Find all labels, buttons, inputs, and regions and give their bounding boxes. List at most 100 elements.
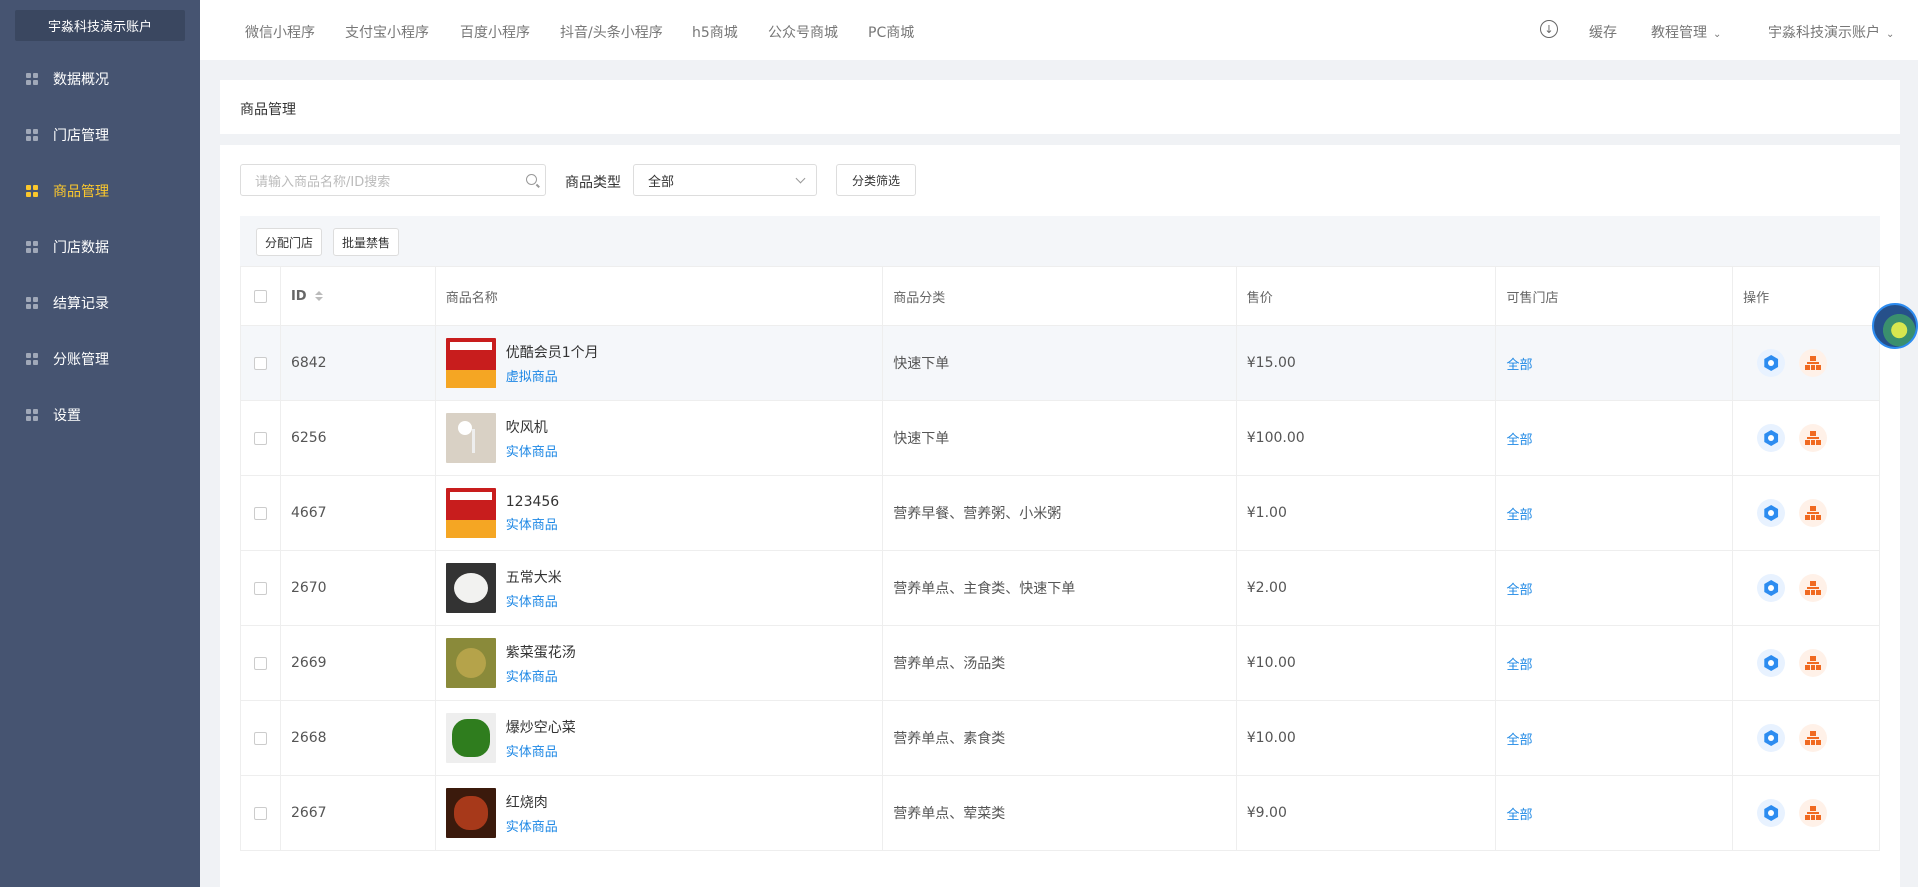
tutorial-menu[interactable]: 教程管理 ⌄ — [1651, 22, 1721, 42]
structure-icon[interactable] — [1799, 499, 1828, 527]
account-label: 宇淼科技演示账户 — [1768, 25, 1880, 41]
stores-link[interactable]: 全部 — [1506, 429, 1532, 448]
row-checkbox[interactable] — [253, 731, 267, 745]
stores-link[interactable]: 全部 — [1506, 504, 1532, 523]
product-name-cell: 紫菜蛋花汤 实体商品 — [436, 626, 884, 700]
row-checkbox[interactable] — [253, 431, 267, 445]
tab-alipay[interactable]: 支付宝小程序 — [345, 22, 429, 42]
product-price-text: ¥9.00 — [1246, 805, 1287, 821]
product-id-text: 2668 — [290, 730, 327, 746]
select-all-checkbox[interactable] — [253, 289, 267, 303]
product-name-cell: 吹风机 实体商品 — [436, 401, 884, 475]
stores-link[interactable]: 全部 — [1506, 654, 1532, 673]
sort-icon[interactable] — [314, 291, 323, 301]
product-category-text: 营养单点、素食类 — [893, 731, 1006, 747]
product-category: 营养单点、汤品类 — [883, 626, 1237, 700]
sidebar-item-stores[interactable]: 门店管理 — [0, 107, 200, 163]
assign-store-button[interactable]: 分配门店 — [256, 228, 322, 256]
product-type-select[interactable]: 全部 — [633, 164, 817, 196]
row-checkbox[interactable] — [253, 656, 267, 670]
product-id-text: 6842 — [290, 355, 327, 371]
structure-icon[interactable] — [1799, 724, 1828, 752]
product-ops — [1733, 701, 1879, 775]
row-checkbox[interactable] — [253, 506, 267, 520]
edit-hexagon-icon[interactable] — [1757, 649, 1786, 677]
table-row: 2669 紫菜蛋花汤 实体商品 营养单点、汤品类 ¥10.00 全部 — [240, 626, 1880, 701]
edit-hexagon-icon[interactable] — [1757, 799, 1786, 827]
sidebar-item-overview[interactable]: 数据概况 — [0, 51, 200, 107]
tab-official-account[interactable]: 公众号商城 — [768, 22, 838, 42]
sidebar-item-settings[interactable]: 设置 — [0, 387, 200, 443]
chevron-down-icon — [795, 173, 806, 184]
search-icon[interactable] — [526, 174, 537, 185]
header-id[interactable]: ID — [281, 267, 436, 325]
product-category: 营养早餐、营养粥、小米粥 — [883, 476, 1237, 550]
sidebar-item-products[interactable]: 商品管理 — [0, 163, 200, 219]
product-kind-link[interactable]: 实体商品 — [506, 514, 559, 533]
tab-pc[interactable]: PC商城 — [868, 22, 914, 42]
product-id-text: 2667 — [290, 805, 327, 821]
header-label: 操作 — [1743, 290, 1770, 306]
product-kind-link[interactable]: 实体商品 — [506, 591, 562, 610]
stores-link[interactable]: 全部 — [1506, 729, 1532, 748]
product-id: 6256 — [281, 401, 436, 475]
row-checkbox[interactable] — [253, 581, 267, 595]
brand-account[interactable]: 宇淼科技演示账户 — [15, 10, 185, 41]
table-header: ID 商品名称 商品分类 售价 可售门店 操作 — [240, 266, 1880, 326]
product-price-text: ¥15.00 — [1246, 355, 1296, 371]
product-name: 爆炒空心菜 — [505, 719, 576, 736]
sidebar-item-split[interactable]: 分账管理 — [0, 331, 200, 387]
grid-icon — [26, 73, 38, 85]
edit-hexagon-icon[interactable] — [1757, 574, 1786, 602]
product-kind-link[interactable]: 实体商品 — [506, 666, 576, 685]
structure-icon[interactable] — [1799, 424, 1828, 452]
product-name: 123456 — [505, 493, 560, 510]
structure-icon[interactable] — [1799, 574, 1828, 602]
product-thumbnail — [445, 338, 496, 388]
category-filter-button[interactable]: 分类筛选 — [836, 164, 916, 196]
product-id: 2668 — [281, 701, 436, 775]
edit-hexagon-icon[interactable] — [1757, 499, 1786, 527]
table-row: 6842 优酷会员1个月 虚拟商品 快速下单 ¥15.00 全部 — [240, 326, 1880, 401]
product-name: 吹风机 — [505, 419, 548, 436]
product-id: 6842 — [281, 326, 436, 400]
product-stores: 全部 — [1496, 701, 1734, 775]
product-price-text: ¥1.00 — [1246, 505, 1287, 521]
structure-icon[interactable] — [1799, 799, 1828, 827]
product-price: ¥9.00 — [1237, 776, 1497, 850]
stores-link[interactable]: 全部 — [1506, 579, 1532, 598]
tab-baidu[interactable]: 百度小程序 — [460, 22, 530, 42]
product-kind-link[interactable]: 实体商品 — [506, 441, 558, 460]
account-menu[interactable]: 宇淼科技演示账户 ⌄ — [1768, 22, 1894, 42]
product-kind-link[interactable]: 虚拟商品 — [506, 366, 599, 385]
tab-h5[interactable]: h5商城 — [692, 22, 738, 42]
product-stores: 全部 — [1496, 776, 1734, 850]
sidebar-item-store-data[interactable]: 门店数据 — [0, 219, 200, 275]
row-checkbox[interactable] — [253, 356, 267, 370]
product-ops — [1733, 776, 1879, 850]
row-checkbox-cell — [241, 776, 281, 850]
header-name: 商品名称 — [436, 267, 884, 325]
stores-link[interactable]: 全部 — [1506, 354, 1532, 373]
cache-button[interactable]: 缓存 — [1589, 22, 1617, 42]
edit-hexagon-icon[interactable] — [1757, 424, 1786, 452]
row-checkbox[interactable] — [253, 806, 267, 820]
download-icon[interactable]: ↓ — [1540, 20, 1558, 38]
floating-avatar[interactable] — [1872, 303, 1918, 349]
edit-hexagon-icon[interactable] — [1757, 349, 1786, 377]
stores-link[interactable]: 全部 — [1506, 804, 1532, 823]
product-category: 营养单点、荤菜类 — [883, 776, 1237, 850]
product-kind-link[interactable]: 实体商品 — [506, 741, 576, 760]
table-row: 2670 五常大米 实体商品 营养单点、主食类、快速下单 ¥2.00 全部 — [240, 551, 1880, 626]
edit-hexagon-icon[interactable] — [1757, 724, 1786, 752]
header-category: 商品分类 — [883, 267, 1237, 325]
structure-icon[interactable] — [1799, 349, 1828, 377]
tab-wechat[interactable]: 微信小程序 — [245, 22, 315, 42]
product-kind-link[interactable]: 实体商品 — [506, 816, 558, 835]
tab-douyin[interactable]: 抖音/头条小程序 — [560, 22, 663, 42]
search-input[interactable]: 请输入商品名称/ID搜索 — [240, 164, 546, 196]
row-checkbox-cell — [241, 701, 281, 775]
structure-icon[interactable] — [1799, 649, 1828, 677]
sidebar-item-settlements[interactable]: 结算记录 — [0, 275, 200, 331]
batch-ban-button[interactable]: 批量禁售 — [333, 228, 399, 256]
